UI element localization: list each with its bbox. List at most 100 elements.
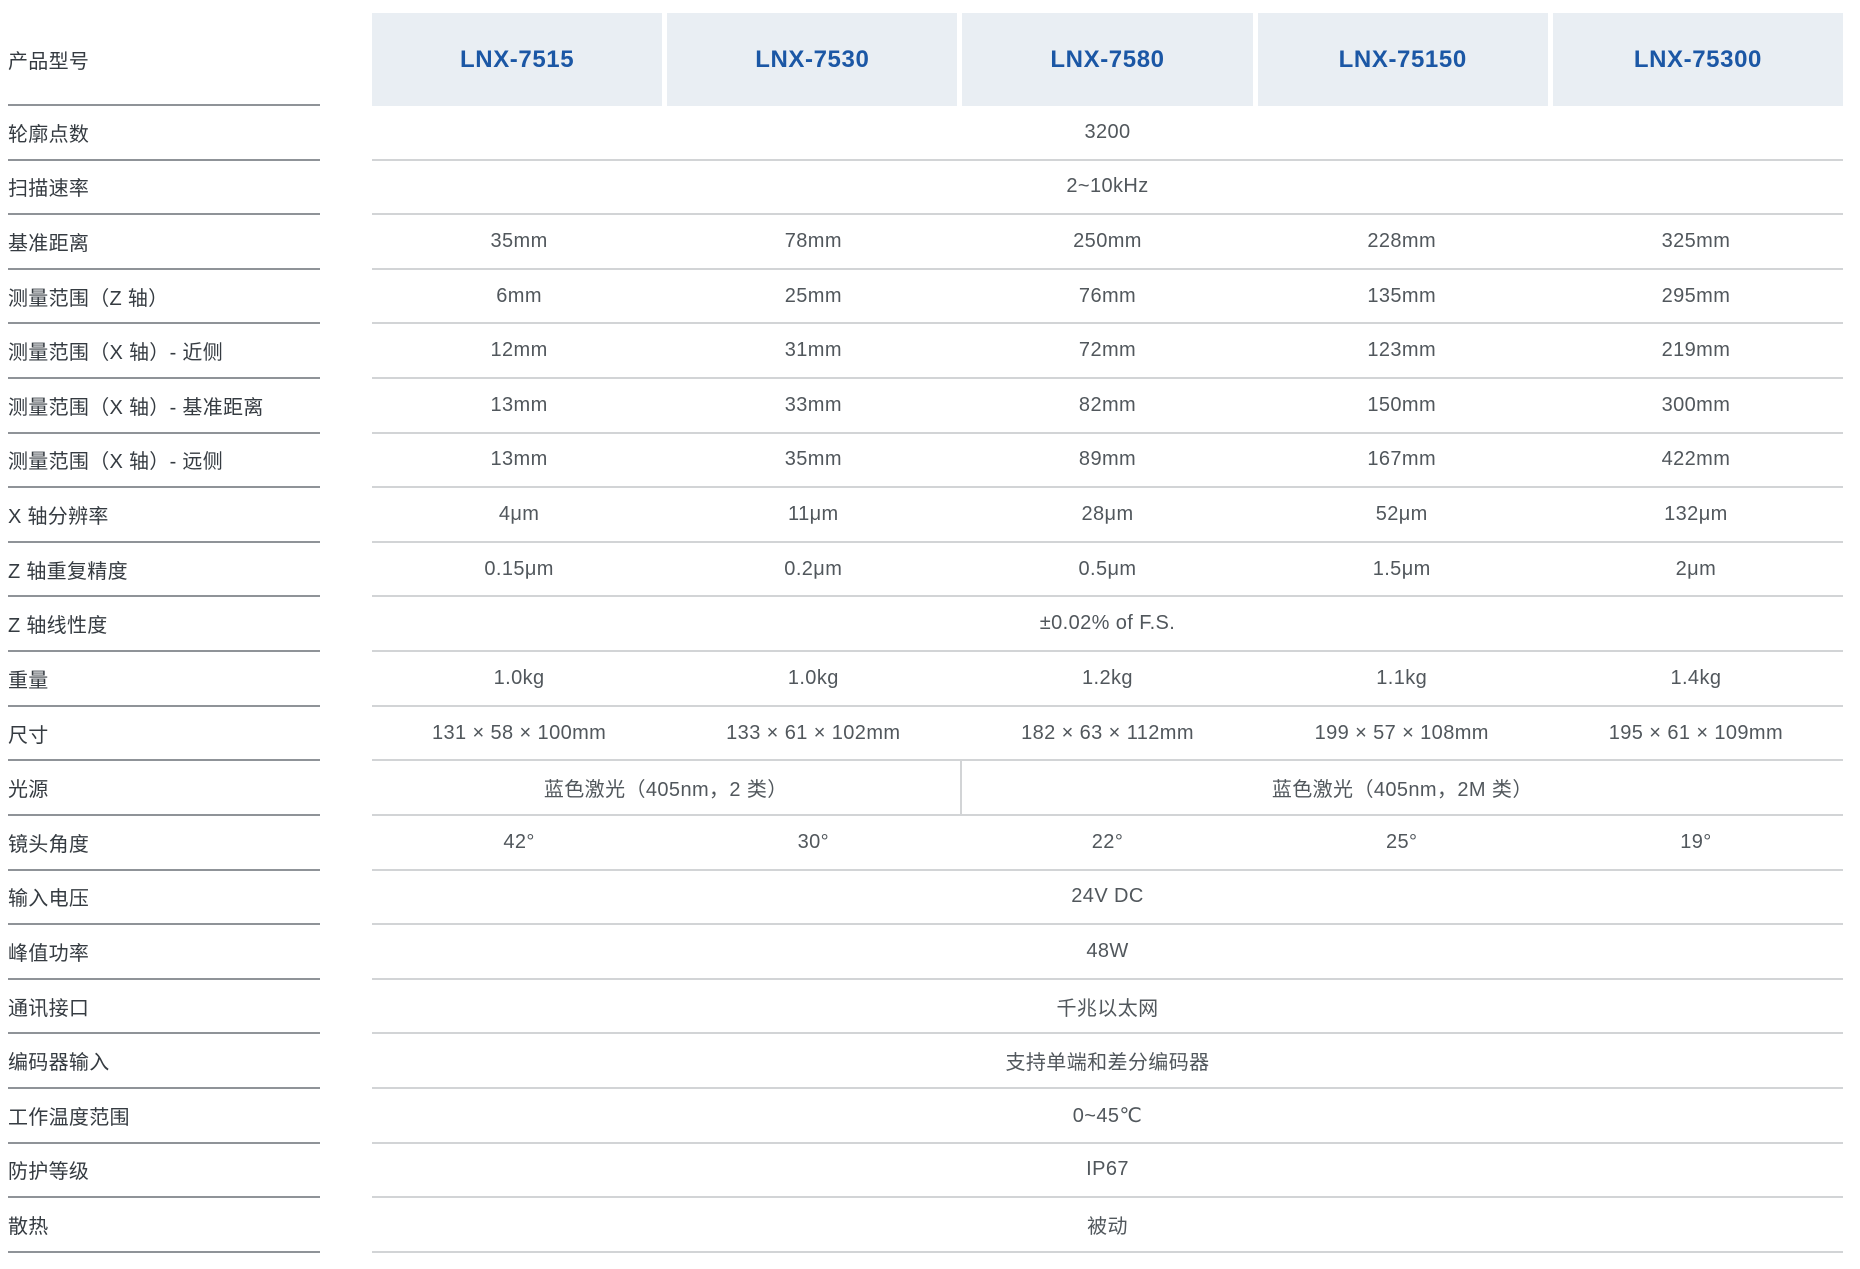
row-label-range-x-ref: 测量范围（X 轴）- 基准距离 bbox=[8, 379, 320, 434]
spec-value: ±0.02% of F.S. bbox=[1040, 612, 1176, 635]
row-label-operating-temp: 工作温度范围 bbox=[8, 1089, 320, 1144]
spec-value: 228mm bbox=[1255, 230, 1549, 253]
row-label-profile-points: 轮廓点数 bbox=[8, 106, 320, 161]
row-label-x-resolution: X 轴分辨率 bbox=[8, 488, 320, 543]
spec-value: 82mm bbox=[960, 394, 1254, 417]
row-label-scan-rate: 扫描速率 bbox=[8, 161, 320, 216]
spec-value: 12mm bbox=[372, 339, 666, 362]
spec-value-light-source-class2m: 蓝色激光（405nm，2M 类） bbox=[960, 761, 1843, 814]
spec-value: 250mm bbox=[960, 230, 1254, 253]
row-label-dimensions: 尺寸 bbox=[8, 707, 320, 762]
spec-value: 1.0kg bbox=[666, 667, 960, 690]
table-row-peak-power: 48W bbox=[372, 925, 1843, 980]
spec-value: 182 × 63 × 112mm bbox=[960, 722, 1254, 745]
table-row-z-linearity: ±0.02% of F.S. bbox=[372, 597, 1843, 652]
row-label-range-x-far: 测量范围（X 轴）- 远侧 bbox=[8, 434, 320, 489]
spec-value: 2μm bbox=[1549, 558, 1843, 581]
spec-value: 72mm bbox=[960, 339, 1254, 362]
spec-value: 123mm bbox=[1255, 339, 1549, 362]
row-label-input-voltage: 输入电压 bbox=[8, 871, 320, 926]
spec-value: 300mm bbox=[1549, 394, 1843, 417]
spec-value: 1.5μm bbox=[1255, 558, 1549, 581]
spec-value: 2~10kHz bbox=[1066, 175, 1148, 198]
spec-value: 132μm bbox=[1549, 503, 1843, 526]
spec-value: 28μm bbox=[960, 503, 1254, 526]
row-label-z-repeatability: Z 轴重复精度 bbox=[8, 543, 320, 598]
table-row-dimensions: 131 × 58 × 100mm 133 × 61 × 102mm 182 × … bbox=[372, 707, 1843, 762]
spec-value: 30° bbox=[666, 831, 960, 854]
spec-value: 0~45℃ bbox=[1073, 1103, 1143, 1128]
row-label-reference-distance: 基准距离 bbox=[8, 215, 320, 270]
spec-value: 4μm bbox=[372, 503, 666, 526]
spec-value: 25° bbox=[1255, 831, 1549, 854]
spec-value: 52μm bbox=[1255, 503, 1549, 526]
spec-value: 被动 bbox=[1087, 1210, 1128, 1239]
row-label-protection-rating: 防护等级 bbox=[8, 1144, 320, 1199]
model-header-lnx-75150: LNX-75150 bbox=[1258, 13, 1548, 106]
row-label-cooling: 散热 bbox=[8, 1198, 320, 1253]
spec-value: 422mm bbox=[1549, 448, 1843, 471]
spec-value: 89mm bbox=[960, 448, 1254, 471]
spec-value: 76mm bbox=[960, 285, 1254, 308]
model-header-lnx-7515: LNX-7515 bbox=[372, 13, 662, 106]
table-row-range-x-ref: 13mm 33mm 82mm 150mm 300mm bbox=[372, 379, 1843, 434]
spec-value: 22° bbox=[960, 831, 1254, 854]
spec-value: 167mm bbox=[1255, 448, 1549, 471]
table-row-operating-temp: 0~45℃ bbox=[372, 1089, 1843, 1144]
spec-value: 35mm bbox=[666, 448, 960, 471]
spec-value: 19° bbox=[1549, 831, 1843, 854]
spec-value: 150mm bbox=[1255, 394, 1549, 417]
spec-value: 135mm bbox=[1255, 285, 1549, 308]
spec-value: 0.5μm bbox=[960, 558, 1254, 581]
table-row-z-repeatability: 0.15μm 0.2μm 0.5μm 1.5μm 2μm bbox=[372, 543, 1843, 598]
spec-value: 42° bbox=[372, 831, 666, 854]
spec-value: 133 × 61 × 102mm bbox=[666, 722, 960, 745]
model-header-lnx-7530: LNX-7530 bbox=[667, 13, 957, 106]
table-row-range-x-far: 13mm 35mm 89mm 167mm 422mm bbox=[372, 434, 1843, 489]
spec-value: 千兆以太网 bbox=[1057, 992, 1159, 1021]
spec-value: 1.4kg bbox=[1549, 667, 1843, 690]
table-row-cooling: 被动 bbox=[372, 1198, 1843, 1253]
spec-value: 325mm bbox=[1549, 230, 1843, 253]
table-row-range-z: 6mm 25mm 76mm 135mm 295mm bbox=[372, 270, 1843, 325]
corner-label: 产品型号 bbox=[8, 0, 320, 106]
spec-value: 199 × 57 × 108mm bbox=[1255, 722, 1549, 745]
spec-value: 195 × 61 × 109mm bbox=[1549, 722, 1843, 745]
table-row-encoder-input: 支持单端和差分编码器 bbox=[372, 1034, 1843, 1089]
spec-value: 1.1kg bbox=[1255, 667, 1549, 690]
spec-value: 13mm bbox=[372, 394, 666, 417]
spec-value: 31mm bbox=[666, 339, 960, 362]
spec-table-page: 产品型号 轮廓点数 扫描速率 基准距离 测量范围（Z 轴） 测量范围（X 轴）-… bbox=[0, 0, 1860, 1269]
spec-value: 0.15μm bbox=[372, 558, 666, 581]
table-row-scan-rate: 2~10kHz bbox=[372, 161, 1843, 216]
table-row-input-voltage: 24V DC bbox=[372, 871, 1843, 926]
spec-value: 35mm bbox=[372, 230, 666, 253]
table-row-comm-interface: 千兆以太网 bbox=[372, 980, 1843, 1035]
table-row-weight: 1.0kg 1.0kg 1.2kg 1.1kg 1.4kg bbox=[372, 652, 1843, 707]
table-row-protection-rating: IP67 bbox=[372, 1144, 1843, 1199]
spec-value: 13mm bbox=[372, 448, 666, 471]
table-row-reference-distance: 35mm 78mm 250mm 228mm 325mm bbox=[372, 215, 1843, 270]
spec-value: 24V DC bbox=[1071, 885, 1143, 908]
table-row-range-x-near: 12mm 31mm 72mm 123mm 219mm bbox=[372, 324, 1843, 379]
table-row-x-resolution: 4μm 11μm 28μm 52μm 132μm bbox=[372, 488, 1843, 543]
spec-value: 295mm bbox=[1549, 285, 1843, 308]
model-header-row: LNX-7515 LNX-7530 LNX-7580 LNX-75150 LNX… bbox=[372, 13, 1843, 106]
spec-value: 33mm bbox=[666, 394, 960, 417]
spec-value: IP67 bbox=[1086, 1158, 1129, 1181]
row-label-range-x-near: 测量范围（X 轴）- 近侧 bbox=[8, 324, 320, 379]
spec-value: 1.0kg bbox=[372, 667, 666, 690]
spec-value: 78mm bbox=[666, 230, 960, 253]
spec-value: 6mm bbox=[372, 285, 666, 308]
spec-value-grid: LNX-7515 LNX-7530 LNX-7580 LNX-75150 LNX… bbox=[372, 0, 1843, 1253]
table-row-light-source: 蓝色激光（405nm，2 类） 蓝色激光（405nm，2M 类） bbox=[372, 761, 1843, 816]
spec-label-column: 产品型号 轮廓点数 扫描速率 基准距离 测量范围（Z 轴） 测量范围（X 轴）-… bbox=[8, 0, 320, 1253]
row-label-light-source: 光源 bbox=[8, 761, 320, 816]
row-label-comm-interface: 通讯接口 bbox=[8, 980, 320, 1035]
spec-value: 3200 bbox=[1084, 121, 1130, 144]
spec-value: 1.2kg bbox=[960, 667, 1254, 690]
spec-value-light-source-class2: 蓝色激光（405nm，2 类） bbox=[372, 761, 960, 814]
model-header-lnx-7580: LNX-7580 bbox=[962, 13, 1252, 106]
spec-value: 0.2μm bbox=[666, 558, 960, 581]
row-label-range-z: 测量范围（Z 轴） bbox=[8, 270, 320, 325]
